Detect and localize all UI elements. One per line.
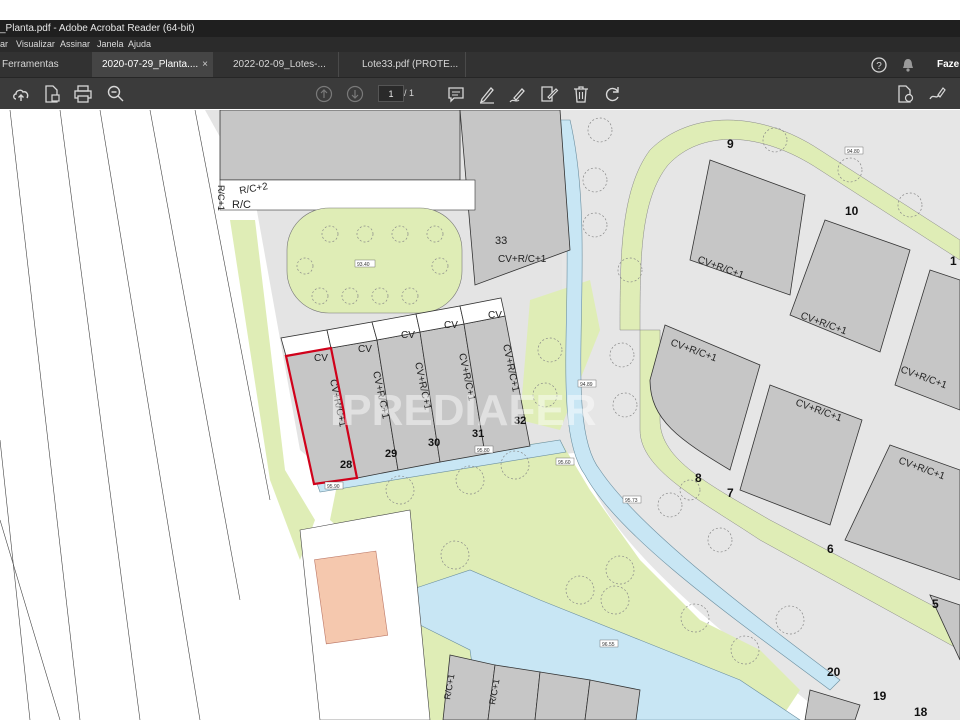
svg-text:94.80: 94.80 [847,149,860,155]
export-pdf-icon[interactable] [895,84,915,104]
cloud-upload-icon[interactable] [11,84,31,104]
window-title: _Planta.pdf - Adobe Acrobat Reader (64-b… [0,23,195,34]
redo-icon[interactable] [603,84,623,104]
menu-item-edit[interactable]: ar [0,37,8,52]
cv-label: CV [314,353,328,364]
toolbar [0,78,960,109]
lot-number: 30 [428,437,440,449]
svg-text:95.60: 95.60 [558,460,571,466]
tab-bar: Ferramentas 2020-07-29_Planta.... × 2022… [0,52,960,78]
tab-label: Lote33.pdf (PROTE... [362,59,459,70]
floor-label: R/C [232,199,251,211]
page-total: / 1 [404,88,415,98]
lot-number: 19 [873,689,887,703]
draw-icon[interactable] [508,84,528,104]
lot-number: 1 [950,254,957,268]
watermark: IPREDIAFER [330,386,596,435]
tab-label: 2020-07-29_Planta.... [102,59,199,70]
signature-icon[interactable] [927,84,947,104]
close-icon[interactable]: × [202,52,208,77]
document-view[interactable]: 33 CV+R/C+1 R/C R/C+2 R/C+1 93.40 CV CV … [0,110,960,720]
comment-icon[interactable] [446,84,466,104]
tab-label: Ferramentas [2,59,59,70]
highlight-pen-icon[interactable] [477,84,497,104]
lot-number: 7 [727,486,734,500]
svg-text:95.80: 95.80 [477,448,490,454]
site-plan: 33 CV+R/C+1 R/C R/C+2 R/C+1 93.40 CV CV … [0,110,960,720]
share-button[interactable]: Faze [937,52,960,77]
next-page-icon[interactable] [345,84,365,104]
lot-number: 18 [914,705,928,719]
menu-item-window[interactable]: Janela [97,37,124,52]
elevation-label: 93.40 [357,262,370,268]
fill-sign-icon[interactable] [539,84,559,104]
tab-tools[interactable]: Ferramentas [0,52,92,77]
tab-planta[interactable]: 2020-07-29_Planta.... × [92,52,213,77]
cv-label: CV [488,310,502,321]
title-bar: _Planta.pdf - Adobe Acrobat Reader (64-b… [0,20,960,37]
delete-icon[interactable] [571,84,591,104]
lot-number: 8 [695,471,702,485]
cv-label: CV [358,344,372,355]
lot-number: 28 [340,459,352,471]
print-icon[interactable] [73,84,93,104]
lot-label: CV+R/C+1 [498,254,547,265]
menu-item-view[interactable]: Visualizar [16,37,55,52]
floor-label: R/C+1 [216,185,226,211]
cv-label: CV [444,320,458,331]
svg-text:95.90: 95.90 [327,484,340,490]
salmon-block [314,550,389,645]
lot-number: 6 [827,542,834,556]
svg-text:95.73: 95.73 [625,498,638,504]
svg-text:?: ? [876,61,882,72]
document-lock-icon[interactable] [42,84,62,104]
lot-number: 9 [727,137,734,151]
help-icon[interactable]: ? [870,56,888,74]
tab-label: 2022-02-09_Lotes-... [233,59,326,70]
previous-page-icon[interactable] [314,84,334,104]
menu-item-help[interactable]: Ajuda [128,37,151,52]
tab-lotes[interactable]: 2022-02-09_Lotes-... [213,52,339,77]
menu-bar: ar Visualizar Assinar Janela Ajuda [0,37,960,52]
zoom-icon[interactable] [106,84,126,104]
page-number-input[interactable]: 1 [378,85,404,102]
tab-lote33[interactable]: Lote33.pdf (PROTE... [340,52,466,77]
building-top [219,110,461,181]
lot-number: 10 [845,204,859,218]
cv-label: CV [401,330,415,341]
bell-icon[interactable] [900,57,916,73]
lot-number: 5 [932,597,939,611]
menu-item-sign[interactable]: Assinar [60,37,90,52]
lot-number: 29 [385,448,397,460]
lot-number: 20 [827,665,841,679]
lot-number: 33 [495,235,507,247]
svg-text:96.55: 96.55 [602,642,615,648]
